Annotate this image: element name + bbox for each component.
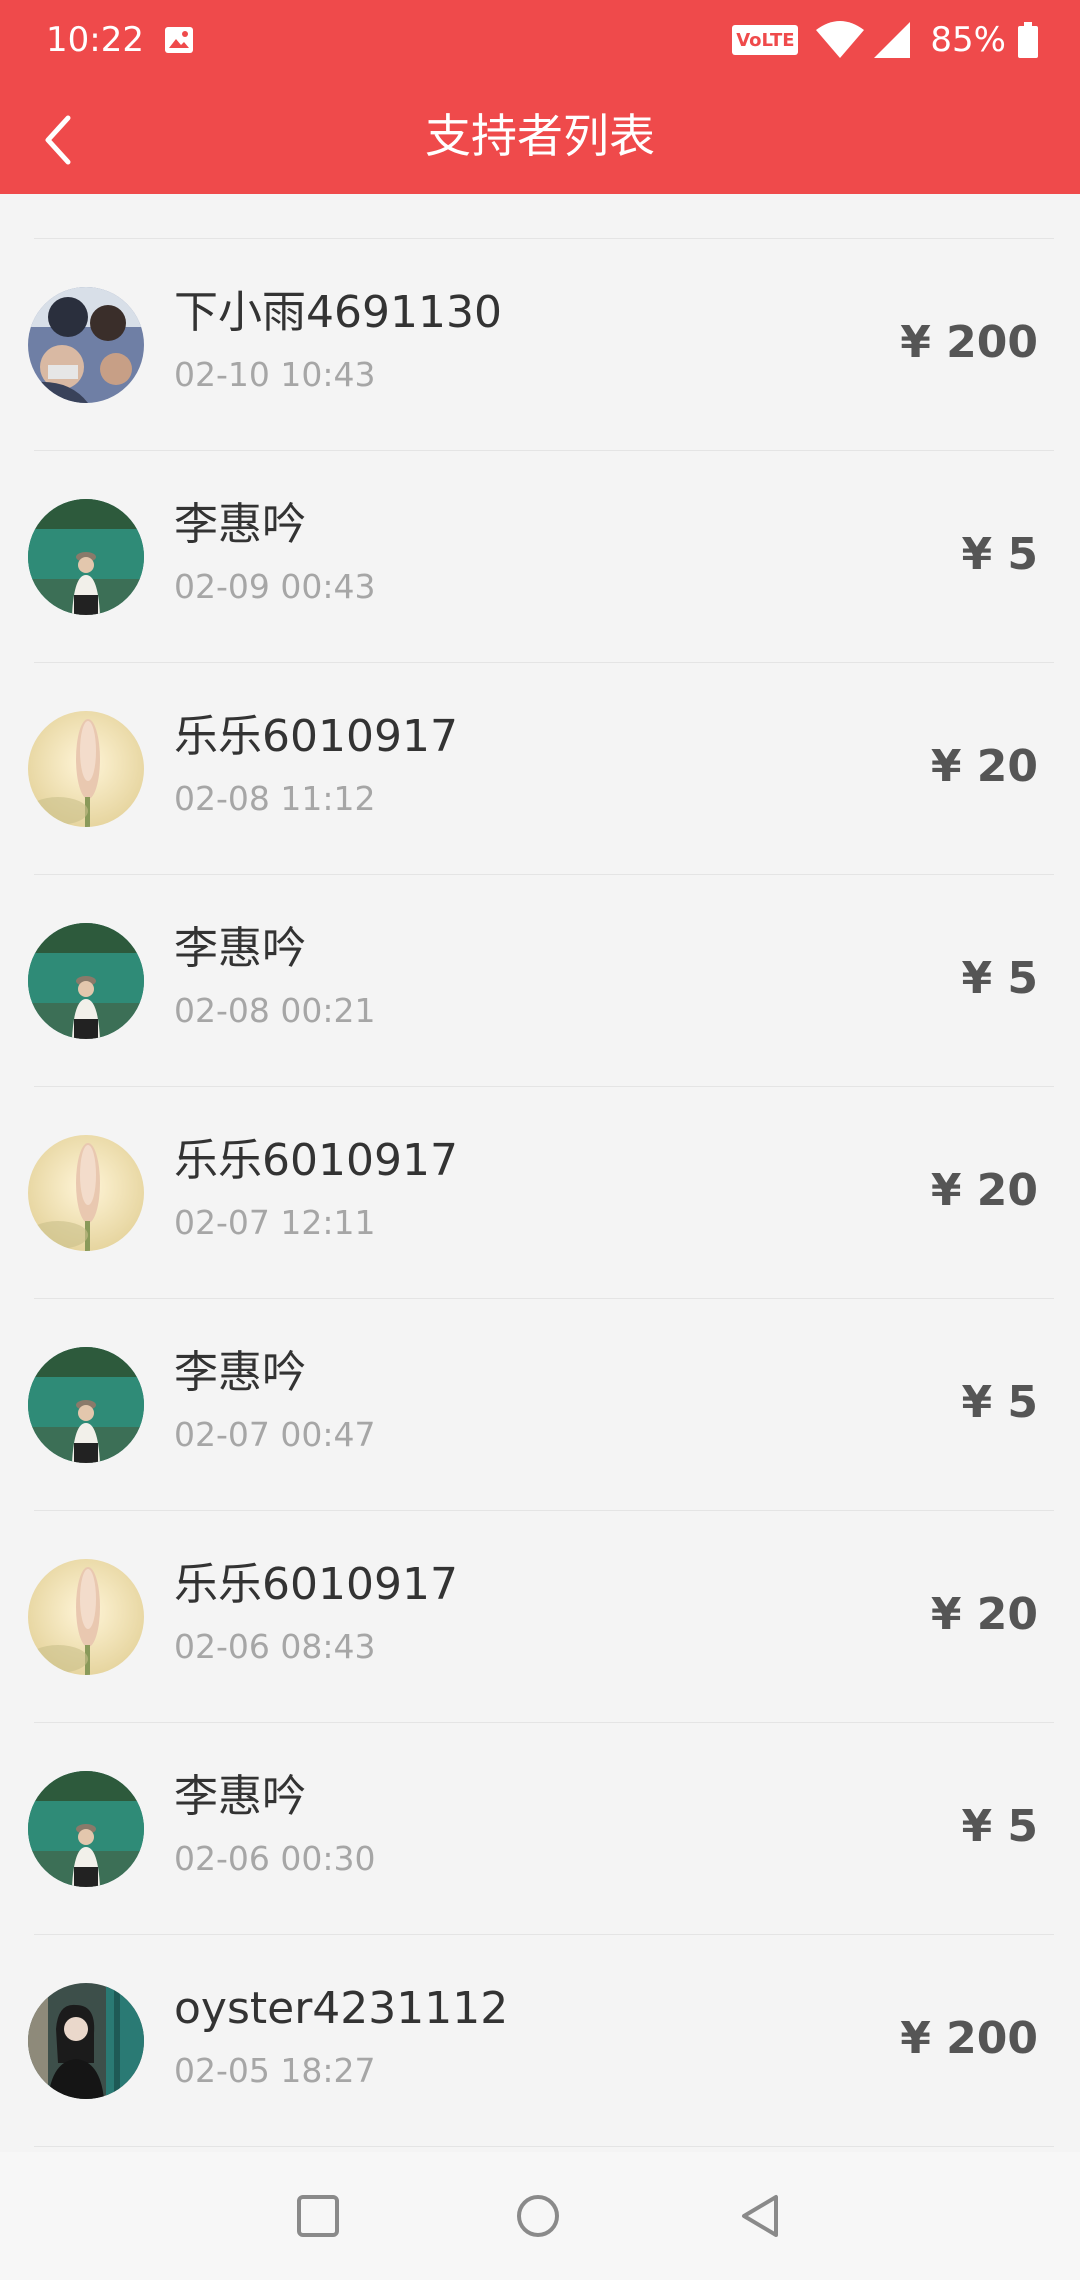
avatar (28, 1771, 144, 1887)
support-time: 02-09 00:43 (174, 567, 376, 606)
support-time: 02-05 18:27 (174, 2051, 376, 2090)
avatar (28, 1983, 144, 2099)
avatar (28, 1135, 144, 1251)
support-amount: ¥ 5 (961, 1801, 1038, 1852)
support-time: 02-07 00:47 (174, 1415, 376, 1454)
back-triangle-icon (742, 2195, 778, 2237)
list-item[interactable]: oyster4231112 02-05 18:27 ¥ 200 (0, 1935, 1080, 2147)
nav-back-button[interactable] (730, 2186, 790, 2246)
header-bar: 10:22 VoLTE 85% 支持者列表 (0, 0, 1080, 194)
home-button[interactable] (508, 2186, 568, 2246)
support-amount: ¥ 5 (961, 529, 1038, 580)
support-amount: ¥ 20 (930, 1589, 1038, 1640)
support-amount: ¥ 200 (900, 317, 1038, 368)
support-time: 02-07 12:11 (174, 1203, 376, 1242)
avatar (28, 499, 144, 615)
support-time: 02-08 00:21 (174, 991, 376, 1030)
list-item[interactable]: 乐乐6010917 02-06 08:43 ¥ 20 (0, 1511, 1080, 1723)
signal-icon (874, 22, 911, 58)
recents-button[interactable] (288, 2186, 348, 2246)
list-item[interactable]: 乐乐6010917 02-08 11:12 ¥ 20 (0, 663, 1080, 875)
image-icon (165, 27, 193, 53)
supporter-name: oyster4231112 (174, 1983, 509, 2034)
volte-icon: VoLTE (732, 25, 799, 55)
supporter-name: 李惠吟 (174, 499, 306, 550)
supporter-name: 李惠吟 (174, 1347, 306, 1398)
support-amount: ¥ 20 (930, 1165, 1038, 1216)
supporter-name: 乐乐6010917 (174, 1559, 458, 1610)
list-item[interactable]: 乐乐6010917 02-07 12:11 ¥ 20 (0, 1087, 1080, 1299)
status-time: 10:22 (46, 20, 144, 60)
recents-square-icon (297, 2195, 339, 2237)
list-item[interactable]: 下小雨4691130 02-10 10:43 ¥ 200 (0, 239, 1080, 451)
support-time: 02-06 00:30 (174, 1839, 376, 1878)
status-icons: VoLTE 85% (732, 16, 1038, 64)
avatar (28, 1347, 144, 1463)
divider (34, 2146, 1054, 2147)
wifi-icon (816, 21, 865, 58)
home-circle-icon (517, 2195, 559, 2237)
support-amount: ¥ 20 (930, 741, 1038, 792)
avatar (28, 1559, 144, 1675)
list-item[interactable]: 李惠吟 02-08 00:21 ¥ 5 (0, 875, 1080, 1087)
supporter-name: 乐乐6010917 (174, 711, 458, 762)
list-item[interactable]: 李惠吟 02-07 00:47 ¥ 5 (0, 1299, 1080, 1511)
avatar (28, 287, 144, 403)
page-title: 支持者列表 (425, 109, 655, 163)
support-time: 02-08 11:12 (174, 779, 376, 818)
supporter-name: 乐乐6010917 (174, 1135, 458, 1186)
support-time: 02-10 10:43 (174, 355, 376, 394)
battery-percent: 85% (930, 20, 1006, 60)
list-item[interactable]: 李惠吟 02-06 00:30 ¥ 5 (0, 1723, 1080, 1935)
system-nav-bar (0, 2152, 1080, 2280)
avatar (28, 923, 144, 1039)
supporter-name: 李惠吟 (174, 923, 306, 974)
support-amount: ¥ 5 (961, 1377, 1038, 1428)
status-bar: 10:22 VoLTE 85% (0, 0, 1080, 80)
support-amount: ¥ 5 (961, 953, 1038, 1004)
supporter-name: 李惠吟 (174, 1771, 306, 1822)
battery-icon (1018, 22, 1038, 58)
avatar (28, 711, 144, 827)
supporter-name: 下小雨4691130 (174, 287, 502, 338)
app-screen: 10:22 VoLTE 85% 支持者列表 下小雨4691130 02-10 1… (0, 0, 1080, 2280)
support-amount: ¥ 200 (900, 2013, 1038, 2064)
support-time: 02-06 08:43 (174, 1627, 376, 1666)
supporter-list[interactable]: 下小雨4691130 02-10 10:43 ¥ 200 李惠吟 02-09 00:43… (0, 194, 1080, 2152)
list-item[interactable]: 李惠吟 02-09 00:43 ¥ 5 (0, 451, 1080, 663)
